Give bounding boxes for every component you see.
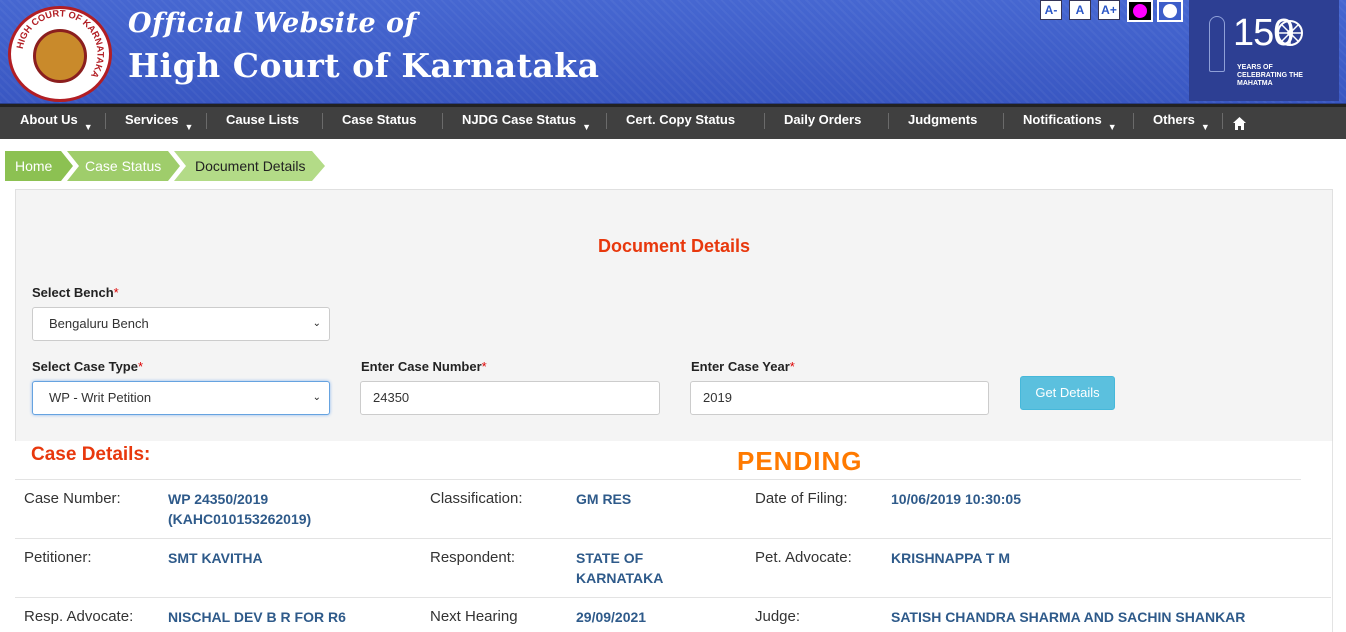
nav-divider xyxy=(1003,113,1004,129)
respondent-key: Respondent: xyxy=(430,549,516,566)
document-details-title: Document Details xyxy=(597,236,751,256)
nav-divider xyxy=(206,113,207,129)
case-number-key: Case Number: xyxy=(24,490,121,507)
nav-divider xyxy=(442,113,443,129)
case-details-heading: Case Details: xyxy=(31,444,151,465)
panel-right-border xyxy=(1332,441,1333,632)
gandhi-caption: YEARS OF CELEBRATING THE MAHATMA xyxy=(1237,64,1303,87)
case-year-input[interactable] xyxy=(690,381,989,415)
row-divider xyxy=(15,538,1331,539)
case-type-select[interactable]: WP - Writ Petition ⌄ xyxy=(32,381,330,415)
date-of-filing-key: Date of Filing: xyxy=(755,490,848,507)
nav-divider xyxy=(105,113,106,129)
respondent-value: STATE OF KARNATAKA xyxy=(576,550,664,586)
pet-advocate-value: KRISHNAPPA T M xyxy=(891,550,1010,566)
case-year-label: Enter Case Year* xyxy=(691,359,795,374)
nav-cert-copy-status[interactable]: Cert. Copy Status xyxy=(626,111,735,133)
font-normal-button[interactable]: A xyxy=(1069,0,1091,20)
chevron-down-icon: ⌄ xyxy=(312,318,321,329)
charkha-wheel-icon xyxy=(1277,20,1303,46)
chevron-down-icon: ▼ xyxy=(1200,122,1210,132)
nav-others[interactable]: Others ▼ xyxy=(1153,111,1210,133)
next-hearing-key: Next Hearing xyxy=(430,608,518,625)
pet-advocate-key: Pet. Advocate: xyxy=(755,549,852,566)
bench-label: Select Bench* xyxy=(32,285,119,300)
chevron-down-icon: ▼ xyxy=(1107,122,1117,132)
case-number-field[interactable] xyxy=(373,390,627,405)
judge-value: SATISH CHANDRA SHARMA AND SACHIN SHANKAR xyxy=(891,609,1246,625)
nav-divider xyxy=(606,113,607,129)
breadcrumb-document-details: Document Details xyxy=(195,158,306,174)
row-divider xyxy=(15,597,1331,598)
nav-njdg-case-status[interactable]: NJDG Case Status ▼ xyxy=(462,111,591,133)
date-of-filing-value: 10/06/2019 10:30:05 xyxy=(891,491,1021,507)
nav-daily-orders[interactable]: Daily Orders xyxy=(784,111,861,133)
chevron-down-icon: ▼ xyxy=(83,122,93,132)
chevron-down-icon: ▼ xyxy=(582,122,592,132)
nav-divider xyxy=(1222,113,1223,129)
site-title: High Court of Karnataka xyxy=(128,46,600,85)
site-subtitle: Official Website of xyxy=(128,8,417,39)
breadcrumb-case-status[interactable]: Case Status xyxy=(75,152,161,180)
main-nav: About Us ▼ Services ▼ Cause Lists Case Sta… xyxy=(0,104,1346,139)
case-year-field[interactable] xyxy=(703,390,956,405)
case-type-label: Select Case Type* xyxy=(32,359,144,374)
white-dot-icon xyxy=(1163,4,1177,18)
home-icon[interactable] xyxy=(1232,116,1247,131)
normal-contrast-button[interactable] xyxy=(1157,0,1183,22)
case-status-badge: PENDING xyxy=(737,446,863,476)
site-header: HIGH COURT OF KARNATAKA Official Website… xyxy=(0,0,1346,104)
bench-select[interactable]: Bengaluru Bench ⌄ xyxy=(32,307,330,341)
emblem-seal xyxy=(33,29,87,83)
classification-key: Classification: xyxy=(430,490,523,507)
resp-advocate-value: NISCHAL DEV B R FOR R6 xyxy=(168,609,346,625)
nav-services[interactable]: Services ▼ xyxy=(125,111,193,133)
get-details-button[interactable]: Get Details xyxy=(1020,376,1115,410)
magenta-dot-icon xyxy=(1133,4,1147,18)
high-contrast-button[interactable] xyxy=(1127,0,1153,22)
chevron-down-icon: ▼ xyxy=(184,122,194,132)
document-details-panel: Document Details Select Bench* Bengaluru… xyxy=(15,189,1333,441)
petitioner-key: Petitioner: xyxy=(24,549,92,566)
chevron-down-icon: ⌄ xyxy=(312,392,321,403)
nav-case-status[interactable]: Case Status xyxy=(342,111,416,133)
case-number-value: WP 24350/2019 (KAHC010153262019) xyxy=(168,491,312,527)
next-hearing-value: 29/09/2021 xyxy=(576,609,647,625)
breadcrumb-home[interactable]: Home xyxy=(5,152,52,180)
resp-advocate-key: Resp. Advocate: xyxy=(24,608,134,625)
nav-about-us[interactable]: About Us ▼ xyxy=(20,111,93,133)
font-increase-button[interactable]: A+ xyxy=(1098,0,1120,20)
nav-divider xyxy=(888,113,889,129)
nav-cause-lists[interactable]: Cause Lists xyxy=(226,111,299,133)
judge-key: Judge: xyxy=(755,608,801,625)
case-number-input[interactable] xyxy=(360,381,660,415)
gandhi-figure-icon xyxy=(1209,16,1225,72)
case-number-label: Enter Case Number* xyxy=(361,359,487,374)
classification-value: GM RES xyxy=(576,491,632,507)
nav-divider xyxy=(764,113,765,129)
petitioner-value: SMT KAVITHA xyxy=(168,550,263,566)
court-emblem-logo[interactable]: HIGH COURT OF KARNATAKA xyxy=(8,6,112,102)
nav-judgments[interactable]: Judgments xyxy=(908,111,977,133)
nav-notifications[interactable]: Notifications ▼ xyxy=(1023,111,1117,133)
nav-divider xyxy=(322,113,323,129)
font-decrease-button[interactable]: A- xyxy=(1040,0,1062,20)
gandhi-150-banner[interactable]: 150 YEARS OF CELEBRATING THE MAHATMA xyxy=(1189,0,1339,101)
row-divider xyxy=(15,479,1301,480)
nav-divider xyxy=(1133,113,1134,129)
